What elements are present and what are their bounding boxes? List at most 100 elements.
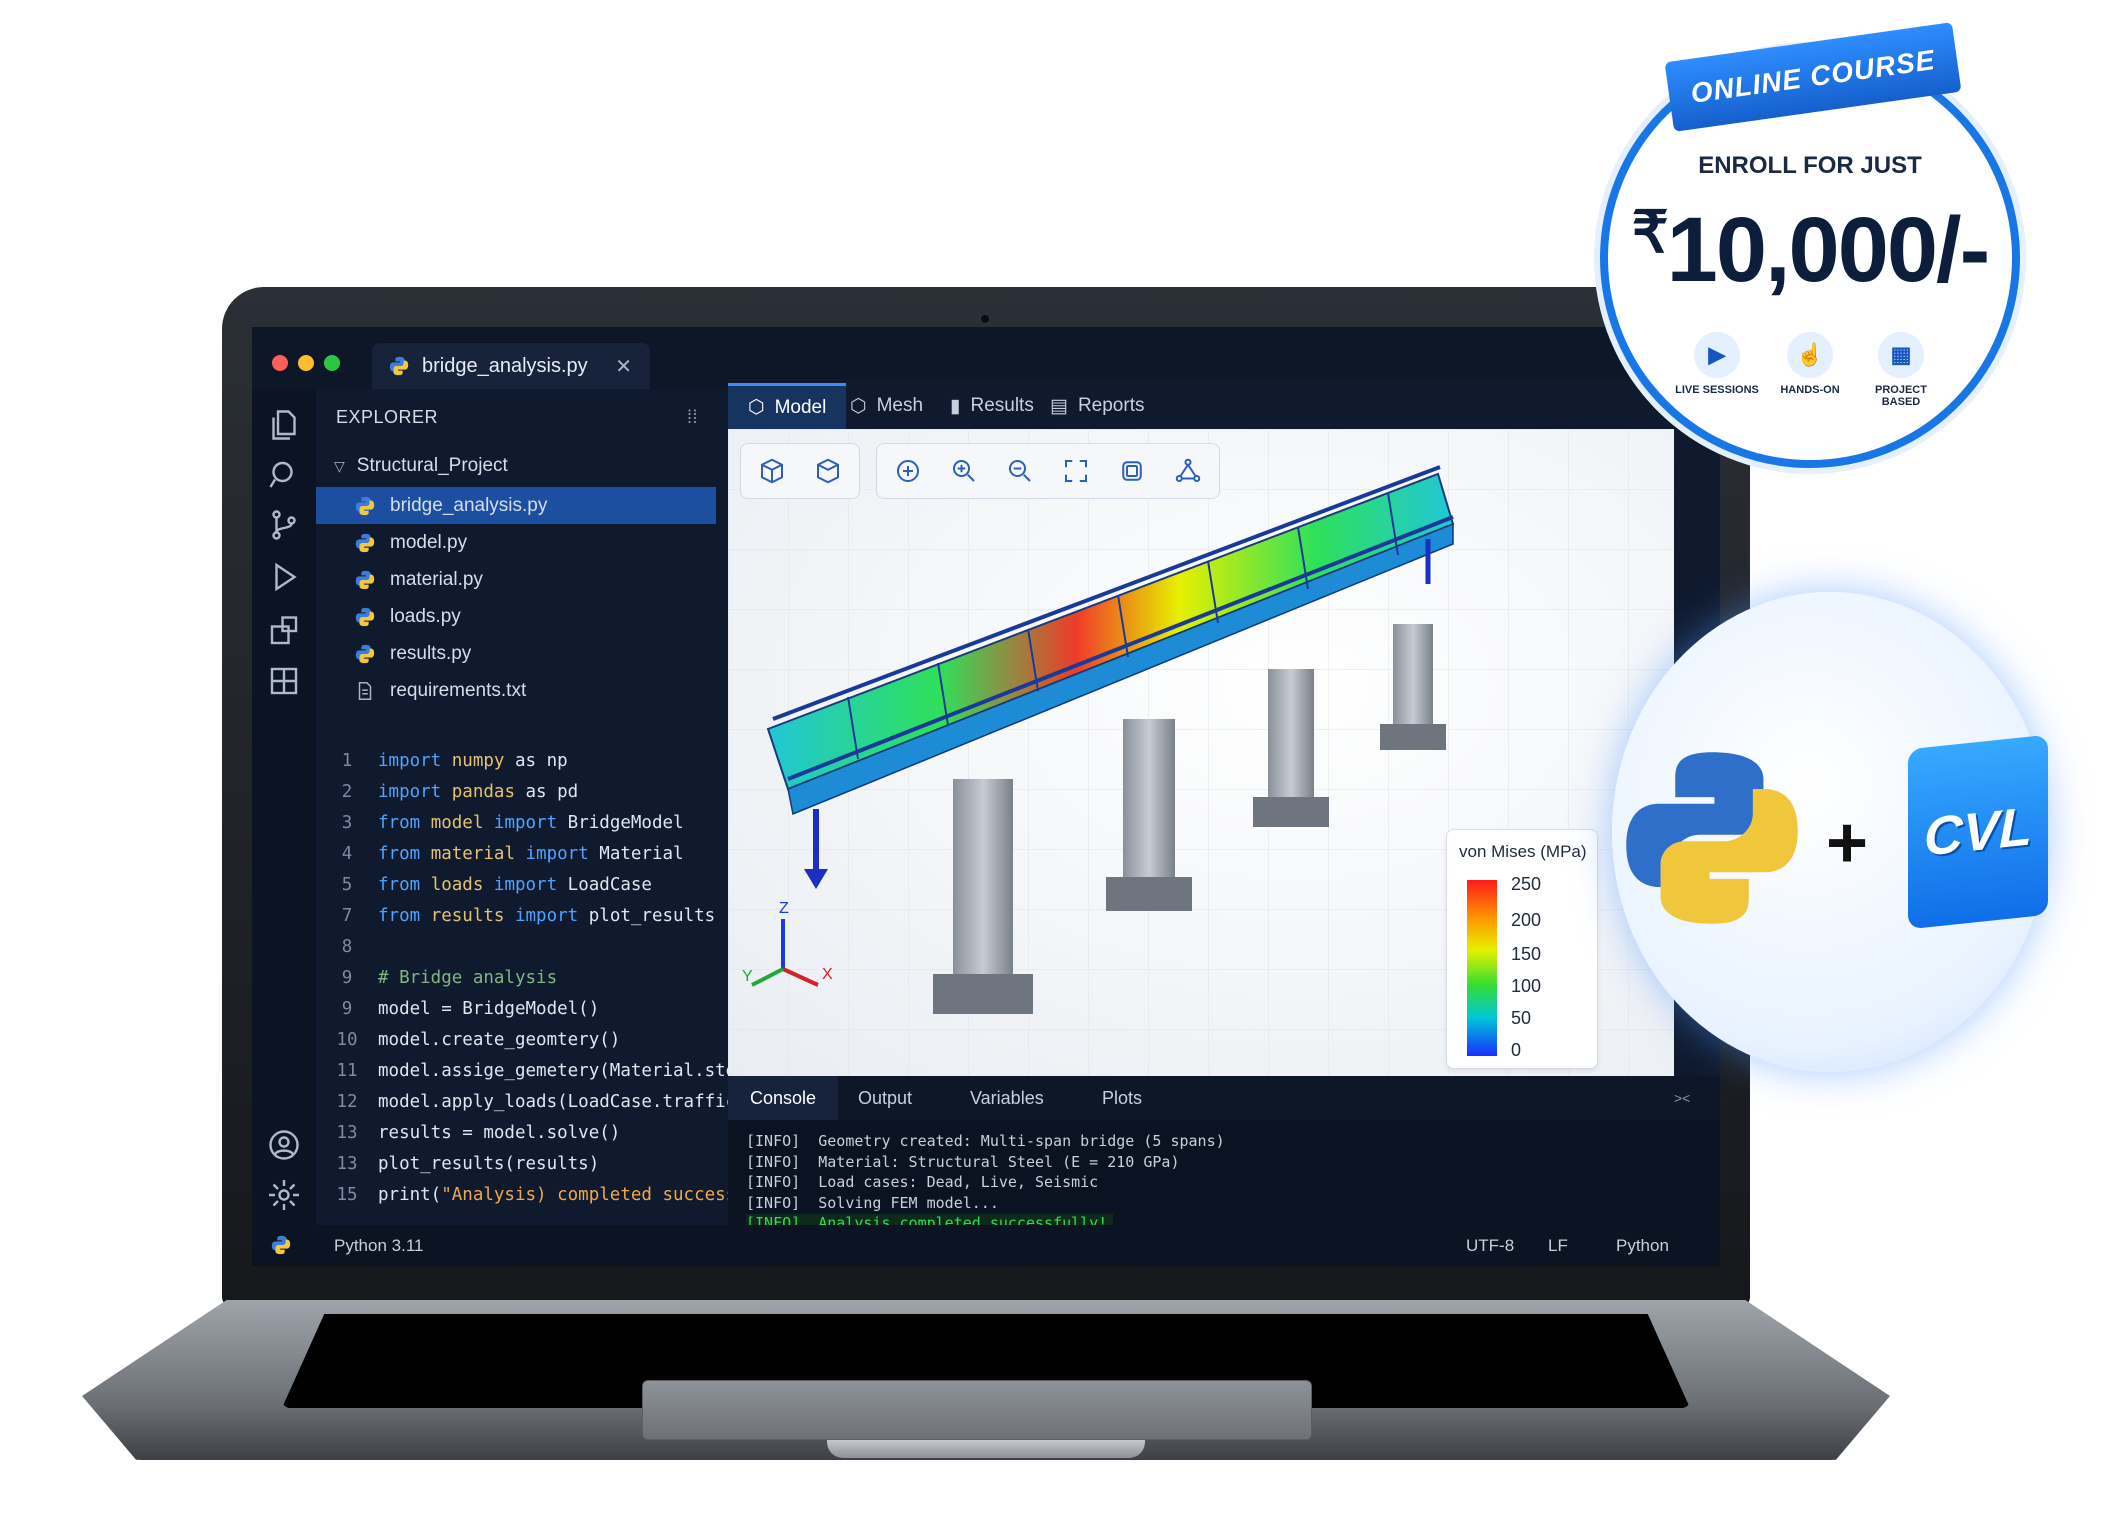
file-item[interactable]: requirements.txt bbox=[316, 672, 716, 709]
extensions-icon[interactable] bbox=[266, 613, 302, 649]
python-version[interactable]: Python 3.11 bbox=[334, 1236, 423, 1256]
file-item[interactable]: material.py bbox=[316, 561, 716, 598]
legend-value: 50 bbox=[1511, 1008, 1532, 1028]
file-item[interactable]: model.py bbox=[316, 524, 716, 561]
lid-notch bbox=[827, 1440, 1145, 1458]
line-number: 8 bbox=[341, 936, 353, 957]
code-token: plot_results bbox=[588, 905, 716, 926]
code-token: BridgeModel bbox=[567, 812, 684, 833]
search-icon[interactable] bbox=[266, 457, 302, 493]
code-editor[interactable]: 1 import numpy as np 2 import pandas as pd 3… bbox=[316, 731, 810, 1217]
feature-label: PROJECT BASED bbox=[1875, 384, 1927, 408]
maximize-window-button[interactable] bbox=[324, 355, 340, 371]
tab-model[interactable]: ⬡ Model bbox=[728, 383, 847, 429]
file-item[interactable]: bridge_analysis.py bbox=[316, 487, 716, 524]
code-token: from bbox=[378, 874, 431, 895]
axis-x-label: X bbox=[822, 966, 833, 983]
status-bar: Python 3.11 UTF-8 LF Python bbox=[252, 1225, 1720, 1266]
line-number: 11 bbox=[336, 1060, 358, 1081]
settings-gear-icon[interactable] bbox=[266, 1177, 302, 1213]
explorer-panel: EXPLORER ⁞⁞ ▽ Structural_Project bridge_… bbox=[316, 389, 716, 731]
folder-item[interactable]: ▽ Structural_Project bbox=[316, 445, 716, 487]
stress-legend: von Mises (MPa) 250 200 150 100 50 0 bbox=[1446, 829, 1598, 1069]
code-token: pandas bbox=[451, 781, 515, 802]
legend-value: 200 bbox=[1511, 910, 1542, 930]
code-token: print( bbox=[378, 1184, 442, 1205]
collapse-panel-icon[interactable]: >< bbox=[1652, 1076, 1712, 1120]
bottom-panel-tabs: Console Output Variables Plots >< bbox=[728, 1076, 1720, 1120]
tab-output[interactable]: Output bbox=[836, 1076, 934, 1120]
line-number: 10 bbox=[336, 1029, 358, 1050]
line-number: 15 bbox=[336, 1184, 358, 1205]
trackpad bbox=[642, 1380, 1312, 1440]
line-number: 5 bbox=[341, 874, 353, 895]
tab-variables[interactable]: Variables bbox=[948, 1076, 1066, 1120]
close-window-button[interactable] bbox=[272, 355, 288, 371]
code-line: 13 results = model.solve() bbox=[316, 1117, 716, 1148]
line-number: 12 bbox=[336, 1091, 358, 1112]
code-token: import bbox=[483, 812, 568, 833]
code-line: 12 model.apply_loads(LoadCase.traffic) bbox=[316, 1086, 746, 1117]
line-number: 13 bbox=[336, 1153, 358, 1174]
language-status[interactable]: Python bbox=[1616, 1236, 1669, 1256]
plus-sign: + bbox=[1826, 803, 1869, 883]
layers-icon[interactable] bbox=[266, 663, 302, 699]
tab-mesh[interactable]: ⬡ Mesh bbox=[830, 383, 943, 429]
legend-title: von Mises (MPa) bbox=[1459, 842, 1587, 861]
minimize-window-button[interactable] bbox=[298, 355, 314, 371]
legend-color-bar bbox=[1467, 880, 1497, 1056]
code-token: LoadCase bbox=[567, 874, 652, 895]
axis-y-label: Y bbox=[742, 968, 753, 985]
file-label: results.py bbox=[390, 642, 472, 664]
video-icon: ▶ bbox=[1694, 332, 1740, 378]
cvl-logo: CVL bbox=[1908, 734, 2048, 930]
run-debug-icon[interactable] bbox=[266, 559, 302, 595]
file-item[interactable]: results.py bbox=[316, 635, 716, 672]
document-icon: ▤ bbox=[1050, 395, 1068, 417]
files-icon[interactable] bbox=[266, 407, 302, 443]
tab-plots[interactable]: Plots bbox=[1080, 1076, 1164, 1120]
axis-z-label: Z bbox=[779, 900, 789, 917]
code-token: from bbox=[378, 843, 431, 864]
model-viewport[interactable]: Z X Y von Mises (MPa) 250 200 150 100 50… bbox=[728, 429, 1674, 1076]
eol-status[interactable]: LF bbox=[1548, 1236, 1568, 1256]
stage: bridge_analysis.py ✕ EXPLORER ⁞⁞ ▽ Struc… bbox=[0, 0, 2112, 1513]
code-token: from bbox=[378, 905, 431, 926]
file-item[interactable]: loads.py bbox=[316, 598, 716, 635]
code-line: 9 model = BridgeModel() bbox=[316, 993, 716, 1024]
source-control-icon[interactable] bbox=[266, 507, 302, 543]
code-token: import bbox=[483, 874, 568, 895]
price-text: ₹10,000/- bbox=[1600, 198, 2020, 303]
feature-project-based: ▦ PROJECT BASED bbox=[1856, 332, 1946, 408]
tab-reports[interactable]: ▤ Reports bbox=[1030, 383, 1164, 429]
feature-hands-on: ☝ HANDS-ON bbox=[1765, 332, 1855, 396]
legend-value: 150 bbox=[1511, 944, 1542, 964]
tab-console[interactable]: Console bbox=[728, 1076, 839, 1120]
tab-label: Reports bbox=[1077, 395, 1145, 416]
code-token: loads bbox=[430, 874, 484, 895]
encoding-status[interactable]: UTF-8 bbox=[1466, 1236, 1514, 1256]
hands-on-icon: ☝ bbox=[1787, 332, 1833, 378]
line-number: 13 bbox=[336, 1122, 358, 1143]
code-token: results = model.solve() bbox=[378, 1122, 621, 1143]
code-line: 15 print("Analysis) completed successfuly… bbox=[316, 1179, 810, 1210]
tab-label: Results bbox=[970, 395, 1034, 416]
close-tab-icon[interactable]: ✕ bbox=[615, 354, 632, 379]
console-output[interactable]: [INFO] Geometry created: Multi-span brid… bbox=[728, 1120, 1720, 1235]
code-token: import bbox=[378, 781, 452, 802]
code-token: as np bbox=[504, 750, 568, 771]
code-line: 1 import numpy as np bbox=[316, 745, 716, 776]
view-tabs: ⬡ Model ⬡ Mesh ▮ Results ▤ Reports bbox=[728, 379, 1720, 429]
python-logo-icon bbox=[1626, 752, 1798, 924]
axis-triad: Z X Y bbox=[742, 900, 833, 987]
code-line: 13 plot_results(results) bbox=[316, 1148, 716, 1179]
explorer-menu-icon[interactable]: ⁞⁞ bbox=[687, 407, 698, 428]
editor-tab[interactable]: bridge_analysis.py ✕ bbox=[372, 343, 650, 389]
code-token: model.assige_gemetery(Material.steel) bbox=[378, 1060, 768, 1081]
code-token: plot_results(results) bbox=[378, 1153, 600, 1174]
account-icon[interactable] bbox=[266, 1127, 302, 1163]
python-file-icon bbox=[355, 607, 375, 626]
line-number: 2 bbox=[341, 781, 353, 802]
code-token: Material bbox=[599, 843, 684, 864]
cube-icon: ⬡ bbox=[748, 397, 765, 418]
